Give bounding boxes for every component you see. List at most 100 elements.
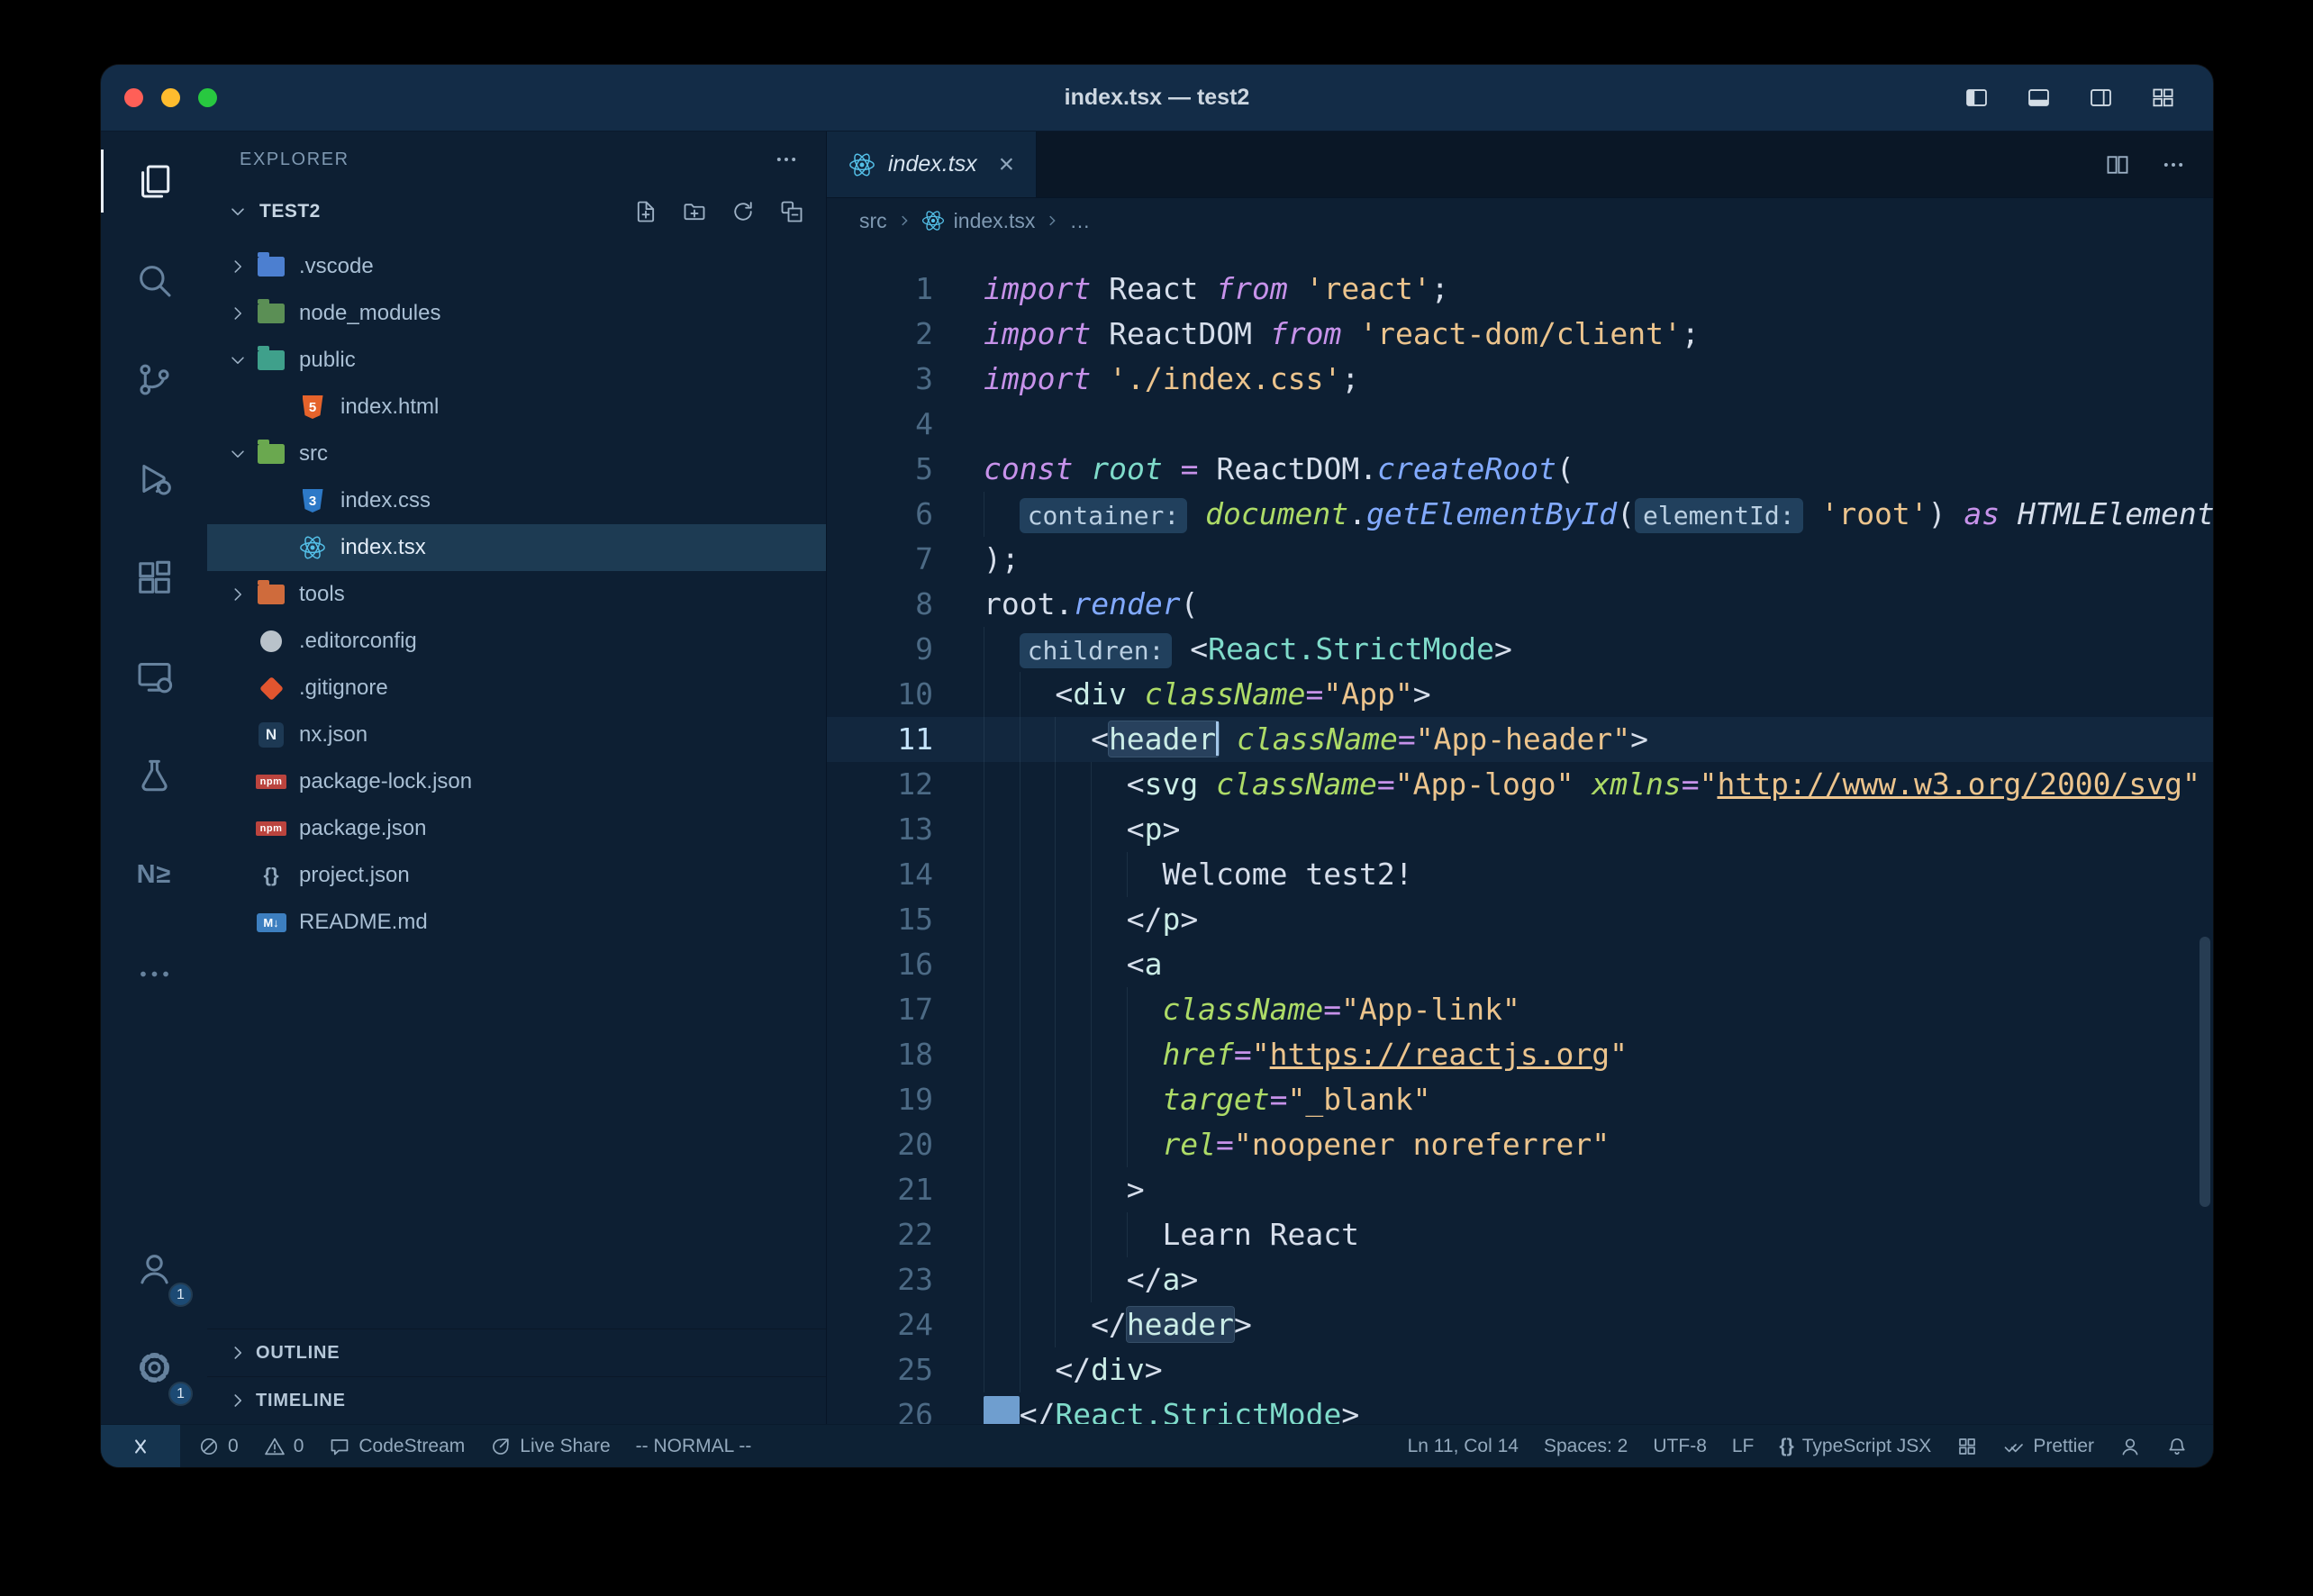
close-tab-icon[interactable]: × (999, 151, 1015, 178)
npm-icon: npm (256, 767, 286, 796)
code-line-11[interactable]: 11<header className="App-header"> (827, 717, 2213, 762)
breadcrumb-symbol[interactable]: … (1069, 209, 1090, 233)
tree-item-README.md[interactable]: M↓README.md (207, 899, 826, 946)
titlebar[interactable]: index.tsx — test2 (101, 65, 2213, 131)
tree-item-.gitignore[interactable]: .gitignore (207, 665, 826, 712)
code-line-19[interactable]: 19target="_blank" (827, 1077, 2213, 1122)
code-line-26[interactable]: 26</React.StrictMode> (827, 1392, 2213, 1424)
toggle-panel-icon[interactable] (2025, 86, 2053, 110)
status-prettier[interactable]: Prettier (1991, 1425, 2107, 1467)
code-line-1[interactable]: 1import React from 'react'; (827, 267, 2213, 312)
tree-item-package-lock.json[interactable]: npmpackage-lock.json (207, 758, 826, 805)
activity-item-settings[interactable]: 1 (101, 1318, 207, 1417)
code-line-25[interactable]: 25</div> (827, 1347, 2213, 1392)
tree-item-.vscode[interactable]: .vscode (207, 243, 826, 290)
activity-item-explorer[interactable] (101, 131, 207, 231)
explorer-section-header[interactable]: TEST2 (207, 187, 826, 236)
code-line-6[interactable]: 6container: document.getElementById(elem… (827, 492, 2213, 537)
code-line-12[interactable]: 12<svg className="App-logo" xmlns="http:… (827, 762, 2213, 807)
tree-item-src[interactable]: src (207, 431, 826, 477)
code-line-20[interactable]: 20rel="noopener noreferrer" (827, 1122, 2213, 1167)
activity-item-testing[interactable] (101, 726, 207, 825)
code-line-10[interactable]: 10<div className="App"> (827, 672, 2213, 717)
status-language-mode[interactable]: {}TypeScript JSX (1766, 1425, 1944, 1467)
code-line-16[interactable]: 16<a (827, 942, 2213, 987)
tree-item-nx.json[interactable]: Nnx.json (207, 712, 826, 758)
tree-item-index.tsx[interactable]: index.tsx (207, 524, 826, 571)
code-line-13[interactable]: 13<p> (827, 807, 2213, 852)
outline-panel-header[interactable]: OUTLINE (207, 1328, 826, 1376)
toggle-primary-sidebar-icon[interactable] (1963, 86, 1991, 110)
code-line-18[interactable]: 18href="https://reactjs.org" (827, 1032, 2213, 1077)
code-line-8[interactable]: 8root.render( (827, 582, 2213, 627)
code-line-14[interactable]: 14Welcome test2! (827, 852, 2213, 897)
code-line-3[interactable]: 3import './index.css'; (827, 357, 2213, 402)
status-indentation[interactable]: Spaces: 2 (1531, 1425, 1640, 1467)
remote-indicator[interactable] (101, 1425, 180, 1467)
tab-index-tsx[interactable]: index.tsx × (827, 131, 1037, 197)
code-token: < (1127, 947, 1145, 982)
code-line-21[interactable]: 21> (827, 1167, 2213, 1212)
code-line-17[interactable]: 17className="App-link" (827, 987, 2213, 1032)
status-notifications[interactable] (2154, 1425, 2200, 1467)
activity-item-run-and-debug[interactable] (101, 429, 207, 528)
close-window-button[interactable] (124, 88, 143, 107)
refresh-explorer-icon[interactable] (730, 199, 756, 224)
status-vim-mode[interactable]: -- NORMAL -- (623, 1425, 765, 1467)
status-cursor-position[interactable]: Ln 11, Col 14 (1395, 1425, 1531, 1467)
tree-item-package.json[interactable]: npmpackage.json (207, 805, 826, 852)
activity-item-search[interactable] (101, 231, 207, 330)
activity-item-more-views[interactable] (101, 924, 207, 1023)
activity-item-nx-console[interactable]: N≥ (101, 825, 207, 924)
code-token: ReactDOM (1091, 316, 1270, 351)
tree-item-index.html[interactable]: 5index.html (207, 384, 826, 431)
code-token: " (1610, 1037, 1628, 1072)
minimize-window-button[interactable] (161, 88, 180, 107)
status-encoding[interactable]: UTF-8 (1640, 1425, 1719, 1467)
activity-item-remote-explorer[interactable] (101, 627, 207, 726)
tree-item-tools[interactable]: tools (207, 571, 826, 618)
code-line-23[interactable]: 23</a> (827, 1257, 2213, 1302)
more-actions-icon[interactable] (2161, 152, 2186, 177)
tree-item-.editorconfig[interactable]: .editorconfig (207, 618, 826, 665)
status-codestream[interactable]: CodeStream (316, 1425, 477, 1467)
collapse-folders-icon[interactable] (779, 199, 804, 224)
code-token: document (1205, 496, 1348, 531)
zoom-window-button[interactable] (198, 88, 217, 107)
tree-item-node_modules[interactable]: node_modules (207, 290, 826, 337)
split-editor-icon[interactable] (2105, 152, 2130, 177)
toggle-secondary-sidebar-icon[interactable] (2087, 86, 2115, 110)
status-problems-warnings[interactable]: 0 (251, 1425, 317, 1467)
tree-item-project.json[interactable]: {}project.json (207, 852, 826, 899)
tree-item-public[interactable]: public (207, 337, 826, 384)
code-line-2[interactable]: 2import ReactDOM from 'react-dom/client'… (827, 312, 2213, 357)
activity-item-source-control[interactable] (101, 330, 207, 429)
breadcrumb-index-tsx[interactable]: index.tsx (954, 209, 1036, 233)
code-line-5[interactable]: 5const root = ReactDOM.createRoot( (827, 447, 2213, 492)
breadcrumb-src[interactable]: src (859, 209, 887, 233)
editor-scrollbar[interactable] (2200, 937, 2210, 1207)
code-line-15[interactable]: 15</p> (827, 897, 2213, 942)
activity-item-extensions[interactable] (101, 528, 207, 627)
activity-item-accounts[interactable]: 1 (101, 1219, 207, 1318)
code-editor[interactable]: 1import React from 'react';2import React… (827, 243, 2213, 1424)
react-icon (297, 533, 328, 562)
status-problems-errors[interactable]: 0 (186, 1425, 251, 1467)
new-file-icon[interactable] (633, 199, 658, 224)
status-eol[interactable]: LF (1719, 1425, 1767, 1467)
indent-guide (1091, 852, 1127, 897)
timeline-panel-header[interactable]: TIMELINE (207, 1376, 826, 1424)
status-live-share[interactable]: Live Share (477, 1425, 622, 1467)
code-line-4[interactable]: 4 (827, 402, 2213, 447)
customize-layout-icon[interactable] (2149, 86, 2177, 110)
code-line-24[interactable]: 24</header> (827, 1302, 2213, 1347)
code-line-22[interactable]: 22Learn React (827, 1212, 2213, 1257)
views-and-more-actions-icon[interactable] (774, 147, 799, 172)
folder-public-icon (256, 346, 286, 375)
status-extension-status[interactable] (1944, 1425, 1991, 1467)
new-folder-icon[interactable] (682, 199, 707, 224)
status-feedback[interactable] (2107, 1425, 2154, 1467)
tree-item-index.css[interactable]: 3index.css (207, 477, 826, 524)
code-line-7[interactable]: 7); (827, 537, 2213, 582)
code-line-9[interactable]: 9children: <React.StrictMode> (827, 627, 2213, 672)
